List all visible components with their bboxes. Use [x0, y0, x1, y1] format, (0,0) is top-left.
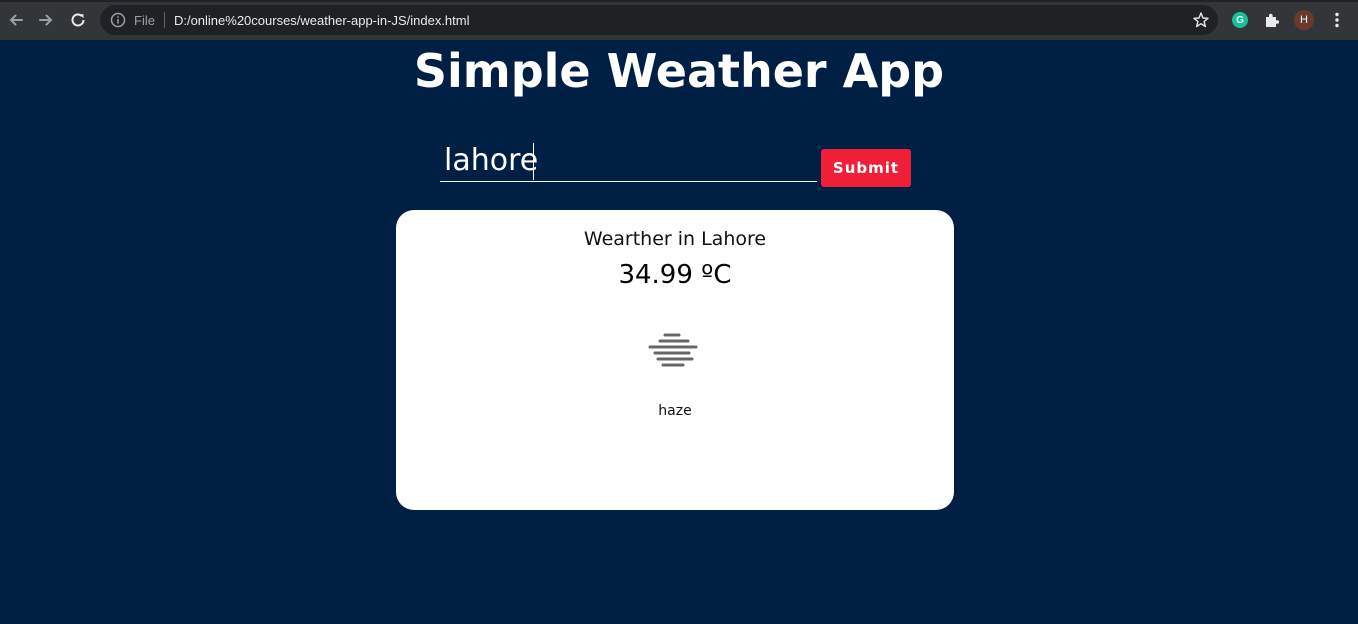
avatar: H [1294, 10, 1314, 30]
city-search-input[interactable] [440, 140, 817, 182]
reload-icon [71, 13, 85, 27]
back-button[interactable] [0, 4, 32, 36]
omnibox-divider [163, 12, 165, 28]
star-icon[interactable] [1192, 11, 1210, 29]
scheme-label: File [134, 12, 155, 28]
puzzle-icon [1266, 13, 1280, 27]
forward-arrow-icon [39, 14, 53, 26]
weather-card: Wearther in Lahore 34.99 ºC haze [396, 210, 954, 510]
kebab-menu-icon [1335, 12, 1339, 28]
grammarly-icon: G [1232, 12, 1248, 28]
browser-toolbar: File D:/online%20courses/weather-app-in-… [0, 0, 1358, 40]
back-arrow-icon [9, 14, 23, 26]
submit-button[interactable]: Submit [821, 149, 911, 187]
weather-description: haze [658, 403, 692, 419]
grammarly-extension-button[interactable]: G [1230, 10, 1250, 30]
page-title: Simple Weather App [413, 44, 945, 98]
reload-button[interactable] [62, 4, 94, 36]
text-caret [533, 143, 534, 180]
forward-button[interactable] [30, 4, 62, 36]
profile-button[interactable]: H [1294, 10, 1314, 30]
weather-heading: Wearther in Lahore [583, 228, 767, 250]
url-text[interactable]: D:/online%20courses/weather-app-in-JS/in… [174, 13, 470, 28]
address-bar[interactable]: File D:/online%20courses/weather-app-in-… [100, 5, 1218, 35]
browser-menu-button[interactable] [1327, 10, 1347, 30]
haze-icon [648, 333, 698, 367]
info-icon[interactable] [110, 12, 126, 28]
extensions-button[interactable] [1262, 10, 1282, 30]
tab-strip-edge [0, 0, 1358, 2]
temperature-value: 34.99 ºC [618, 260, 732, 290]
